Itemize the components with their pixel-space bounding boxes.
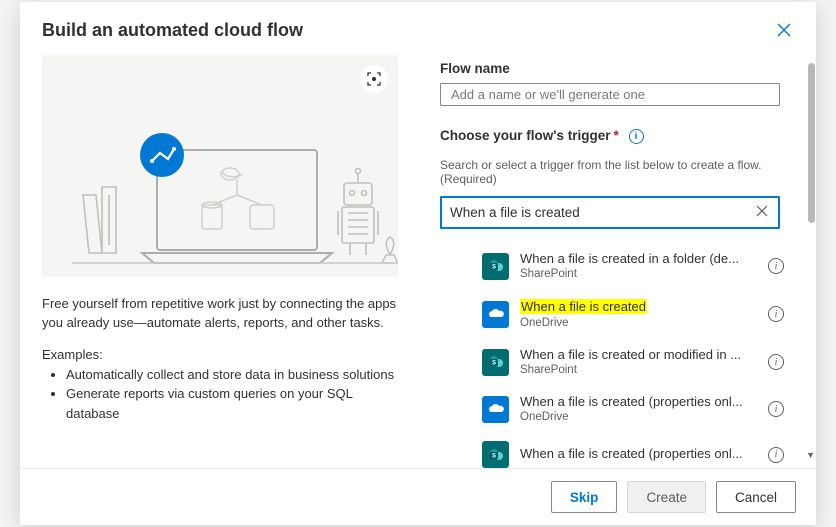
trigger-info-icon[interactable]: i bbox=[768, 401, 784, 417]
sharepoint-icon: S bbox=[482, 349, 509, 376]
modal-body: Free yourself from repetitive work just … bbox=[20, 55, 816, 468]
trigger-title: When a file is created in a folder (de..… bbox=[520, 251, 757, 267]
flow-name-label: Flow name bbox=[440, 61, 794, 76]
flow-name-input[interactable] bbox=[440, 83, 780, 106]
examples-list: Automatically collect and store data in … bbox=[42, 365, 398, 424]
example-item: Automatically collect and store data in … bbox=[66, 365, 398, 385]
required-asterisk: * bbox=[613, 128, 618, 143]
trigger-search-wrap bbox=[440, 196, 780, 229]
trigger-search-input[interactable] bbox=[450, 205, 754, 220]
example-item: Generate reports via custom queries on y… bbox=[66, 384, 398, 423]
trigger-label: Choose your flow's trigger* i bbox=[440, 128, 794, 144]
scroll-down-icon[interactable]: ▼ bbox=[806, 450, 815, 460]
modal-title: Build an automated cloud flow bbox=[42, 20, 303, 41]
close-button[interactable] bbox=[774, 20, 794, 45]
close-icon bbox=[776, 22, 792, 38]
scrollbar-thumb[interactable] bbox=[808, 63, 815, 223]
clear-icon bbox=[756, 205, 768, 217]
trigger-service: SharePoint bbox=[520, 363, 757, 378]
trigger-text: When a file is created (properties onl..… bbox=[520, 394, 757, 425]
trigger-info-icon[interactable]: i bbox=[768, 306, 784, 322]
trigger-service: OneDrive bbox=[520, 410, 757, 425]
create-button[interactable]: Create bbox=[627, 481, 706, 513]
svg-text:S: S bbox=[491, 265, 495, 271]
trigger-list: S When a file is created in a folder (de… bbox=[440, 243, 794, 469]
trigger-label-text: Choose your flow's trigger bbox=[440, 128, 610, 143]
trigger-title: When a file is created (properties onl..… bbox=[520, 394, 757, 410]
onedrive-icon bbox=[482, 396, 509, 423]
trigger-item[interactable]: When a file is created OneDrive i bbox=[440, 290, 794, 339]
trigger-text: When a file is created OneDrive bbox=[520, 298, 757, 331]
trigger-info-icon[interactable]: i bbox=[768, 354, 784, 370]
trigger-info-icon[interactable]: i bbox=[768, 258, 784, 274]
trigger-title: When a file is created or modified in ..… bbox=[520, 347, 757, 363]
modal-header: Build an automated cloud flow bbox=[20, 2, 816, 55]
skip-button[interactable]: Skip bbox=[551, 481, 618, 513]
description-text: Free yourself from repetitive work just … bbox=[42, 295, 398, 333]
trigger-item[interactable]: When a file is created (properties onl..… bbox=[440, 386, 794, 433]
info-icon[interactable]: i bbox=[629, 129, 644, 144]
svg-text:S: S bbox=[491, 453, 495, 459]
sharepoint-icon: S bbox=[482, 253, 509, 280]
trigger-text: When a file is created or modified in ..… bbox=[520, 347, 757, 378]
cancel-button[interactable]: Cancel bbox=[716, 481, 796, 513]
trigger-info-icon[interactable]: i bbox=[768, 447, 784, 463]
trigger-service: OneDrive bbox=[520, 316, 757, 331]
clear-search-button[interactable] bbox=[754, 204, 770, 220]
modal-footer: Skip Create Cancel bbox=[20, 468, 816, 525]
sharepoint-icon: S bbox=[482, 441, 509, 468]
scrollbar[interactable]: ▼ bbox=[808, 63, 816, 460]
trigger-text: When a file is created in a folder (de..… bbox=[520, 251, 757, 282]
trigger-title: When a file is created bbox=[520, 298, 757, 316]
trigger-item[interactable]: S When a file is created in a folder (de… bbox=[440, 243, 794, 290]
trigger-item[interactable]: S When a file is created or modified in … bbox=[440, 339, 794, 386]
right-column: Flow name Choose your flow's trigger* i … bbox=[420, 55, 816, 468]
trigger-helper-text: Search or select a trigger from the list… bbox=[440, 158, 794, 186]
trigger-title: When a file is created (properties onl..… bbox=[520, 446, 757, 462]
trigger-text: When a file is created (properties onl..… bbox=[520, 446, 757, 462]
onedrive-icon bbox=[482, 301, 509, 328]
svg-text:S: S bbox=[491, 361, 495, 367]
trigger-item[interactable]: S When a file is created (properties onl… bbox=[440, 433, 794, 468]
examples-label: Examples: bbox=[42, 347, 398, 362]
trigger-service: SharePoint bbox=[520, 267, 757, 282]
scan-icon[interactable] bbox=[360, 65, 388, 93]
trigger-section: Choose your flow's trigger* i Search or … bbox=[440, 128, 794, 468]
illustration bbox=[42, 55, 398, 277]
build-flow-modal: Build an automated cloud flow bbox=[20, 2, 816, 525]
left-column: Free yourself from repetitive work just … bbox=[20, 55, 420, 468]
illustration-svg bbox=[42, 55, 398, 277]
